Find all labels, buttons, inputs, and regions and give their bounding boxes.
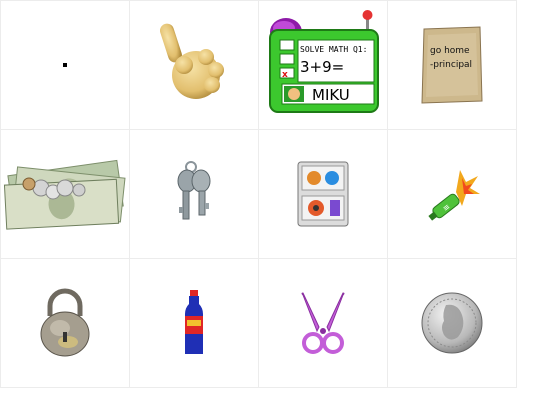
note-line-1: go home	[430, 46, 470, 56]
inventory-slot-6[interactable]	[129, 129, 258, 258]
inventory-slot-12[interactable]	[387, 258, 516, 387]
math-prompt: SOLVE MATH Q1:	[300, 45, 367, 54]
inventory-slot-10[interactable]	[129, 258, 258, 387]
inventory-grid: x SOLVE MATH Q1: 3+9= MIKU go home -prin…	[0, 0, 517, 388]
money-pile-icon	[3, 159, 126, 230]
keys-icon	[177, 161, 211, 220]
math-device-icon: x SOLVE MATH Q1: 3+9= MIKU	[269, 10, 379, 113]
math-equation: 3+9=	[300, 58, 344, 76]
inventory-slot-2[interactable]	[129, 0, 258, 129]
inventory-slot-11[interactable]	[258, 258, 387, 387]
tape-icon	[297, 161, 349, 227]
inventory-slot-8[interactable]: ≡	[387, 129, 516, 258]
svg-text:x: x	[282, 70, 288, 80]
inventory-slot-3[interactable]: x SOLVE MATH Q1: 3+9= MIKU	[258, 0, 387, 129]
inventory-slot-7[interactable]	[258, 129, 387, 258]
soda-bottle-icon	[185, 290, 203, 354]
inventory-slot-1[interactable]	[0, 0, 129, 129]
note-paper-icon: go home -principal	[421, 26, 483, 104]
dot-icon	[63, 63, 67, 67]
padlock-icon	[40, 288, 90, 357]
inventory-slot-4[interactable]: go home -principal	[387, 0, 516, 129]
player-name: MIKU	[312, 86, 350, 104]
scissors-icon	[301, 292, 345, 354]
pointing-hand-icon	[159, 23, 224, 99]
inventory-slot-9[interactable]	[0, 258, 129, 387]
quarter-coin-icon	[421, 292, 483, 354]
note-line-2: -principal	[430, 60, 472, 70]
inventory-slot-5[interactable]	[0, 129, 129, 258]
firework-bottle-icon: ≡	[428, 170, 480, 221]
